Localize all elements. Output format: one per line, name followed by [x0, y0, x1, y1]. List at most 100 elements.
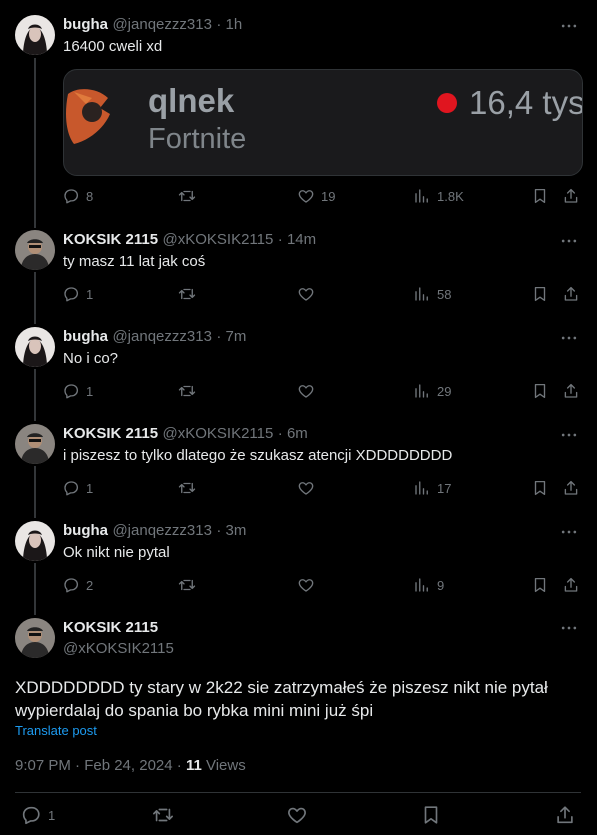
- reply-icon: [62, 285, 80, 303]
- post-time[interactable]: 6m: [287, 425, 308, 442]
- reply-button[interactable]: 1: [62, 381, 93, 401]
- reply-button[interactable]: 1: [20, 805, 55, 825]
- bookmark-icon: [531, 479, 549, 497]
- share-icon: [562, 576, 580, 594]
- retweet-button[interactable]: [178, 284, 196, 304]
- share-button[interactable]: [562, 284, 580, 304]
- avatar[interactable]: [15, 424, 55, 464]
- post-text-line: wypierdalaj do spania bo rybka mini mini…: [15, 701, 374, 720]
- avatar[interactable]: [15, 230, 55, 270]
- bookmark-button[interactable]: [531, 575, 549, 595]
- views-count: 11: [185, 757, 202, 774]
- post-text: XDDDDDDDD ty stary w 2k22 sie zatrzymałe…: [15, 676, 548, 722]
- thread-line: [34, 58, 36, 228]
- retweet-button[interactable]: [178, 478, 196, 498]
- author-handle[interactable]: @janqezzz313: [112, 522, 211, 539]
- views-button[interactable]: 9: [413, 575, 444, 595]
- share-icon: [554, 804, 576, 826]
- avatar[interactable]: [15, 521, 55, 561]
- reply-button[interactable]: 1: [62, 284, 93, 304]
- like-icon: [297, 285, 315, 303]
- streamer-name: qlnek: [148, 82, 235, 119]
- like-button[interactable]: [297, 381, 315, 401]
- views-count: 1.8K: [437, 188, 464, 204]
- share-icon: [562, 285, 580, 303]
- more-icon[interactable]: [559, 618, 579, 638]
- reply-button[interactable]: 2: [62, 575, 93, 595]
- author-name[interactable]: bugha: [63, 16, 108, 33]
- more-icon[interactable]: [559, 328, 579, 348]
- views-button[interactable]: 1.8K: [413, 186, 464, 206]
- share-button[interactable]: [554, 805, 576, 825]
- views-button[interactable]: 29: [413, 381, 451, 401]
- retweet-icon: [178, 285, 196, 303]
- retweet-icon: [178, 382, 196, 400]
- like-button[interactable]: [297, 478, 315, 498]
- more-icon[interactable]: [559, 522, 579, 542]
- author-name[interactable]: KOKSIK 2115: [63, 231, 158, 248]
- author-name[interactable]: KOKSIK 2115: [63, 619, 158, 636]
- more-icon[interactable]: [559, 16, 579, 36]
- post-time[interactable]: 3m: [226, 522, 247, 539]
- share-button[interactable]: [562, 478, 580, 498]
- author-handle[interactable]: @xKOKSIK2115: [163, 425, 274, 442]
- views-count: 29: [437, 383, 452, 399]
- reply-count: 8: [86, 188, 94, 204]
- like-button[interactable]: 19: [297, 186, 335, 206]
- bookmark-button[interactable]: [531, 381, 549, 401]
- thread-line: [34, 563, 36, 615]
- reply-icon: [20, 804, 42, 826]
- avatar[interactable]: [15, 327, 55, 367]
- like-count: 19: [321, 188, 336, 204]
- post-time[interactable]: 1h: [226, 16, 243, 33]
- reply-button[interactable]: 8: [62, 186, 93, 206]
- like-icon: [297, 382, 315, 400]
- reply-icon: [62, 576, 80, 594]
- more-icon[interactable]: [559, 231, 579, 251]
- share-button[interactable]: [562, 381, 580, 401]
- retweet-button[interactable]: [152, 805, 174, 825]
- translate-link[interactable]: Translate post: [15, 723, 97, 738]
- post-time[interactable]: 14m: [287, 231, 316, 248]
- post-timestamp[interactable]: 9:07 PM · Feb 24, 2024 ·: [15, 757, 186, 774]
- author-name[interactable]: KOKSIK 2115: [63, 425, 158, 442]
- share-button[interactable]: [562, 575, 580, 595]
- bookmark-button[interactable]: [531, 284, 549, 304]
- embedded-media[interactable]: qlnek Fortnite 16,4 tys: [63, 69, 583, 176]
- reply-count: 2: [86, 577, 94, 593]
- post-text: Ok nikt nie pytal: [63, 544, 170, 561]
- retweet-button[interactable]: [178, 575, 196, 595]
- views-label: Views: [201, 757, 246, 774]
- reply-icon: [62, 382, 80, 400]
- author-name[interactable]: bugha: [63, 522, 108, 539]
- author-handle[interactable]: @xKOKSIK2115: [163, 231, 274, 248]
- author-handle[interactable]: @janqezzz313: [112, 328, 211, 345]
- views-icon: [413, 285, 431, 303]
- post-time[interactable]: 7m: [226, 328, 247, 345]
- views-button[interactable]: 17: [413, 478, 451, 498]
- retweet-icon: [178, 479, 196, 497]
- bookmark-icon: [420, 804, 442, 826]
- bookmark-button[interactable]: [531, 186, 549, 206]
- viewer-count: 16,4 tys: [469, 84, 583, 121]
- reply-icon: [62, 479, 80, 497]
- views-icon: [413, 576, 431, 594]
- more-icon[interactable]: [559, 425, 579, 445]
- retweet-button[interactable]: [178, 186, 202, 206]
- like-button[interactable]: [286, 805, 308, 825]
- like-button[interactable]: [297, 284, 315, 304]
- share-button[interactable]: [562, 186, 580, 206]
- author-handle[interactable]: @janqezzz313: [112, 16, 211, 33]
- bookmark-button[interactable]: [531, 478, 549, 498]
- bookmark-button[interactable]: [420, 805, 442, 825]
- avatar[interactable]: [15, 15, 55, 55]
- author-name[interactable]: bugha: [63, 328, 108, 345]
- like-button[interactable]: [297, 575, 315, 595]
- reply-button[interactable]: 1: [62, 478, 93, 498]
- retweet-button[interactable]: [178, 381, 196, 401]
- avatar[interactable]: [15, 618, 55, 658]
- post-text: No i co?: [63, 350, 119, 367]
- views-button[interactable]: 58: [413, 284, 451, 304]
- retweet-icon: [152, 804, 174, 826]
- author-handle[interactable]: @xKOKSIK2115: [63, 640, 174, 657]
